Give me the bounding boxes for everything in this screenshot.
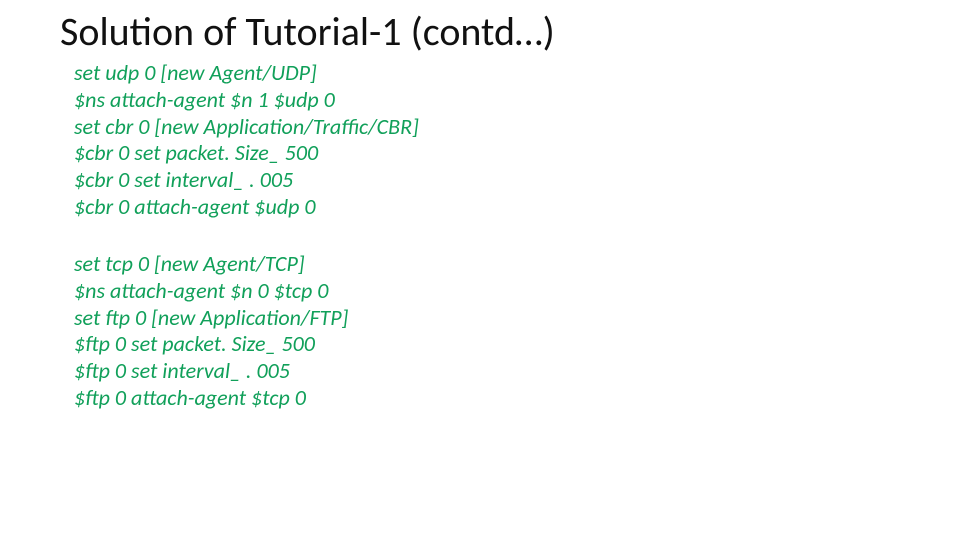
- code-line: $ns attach-agent $n 1 $udp 0: [74, 87, 900, 114]
- code-line: $ns attach-agent $n 0 $tcp 0: [74, 278, 900, 305]
- code-block-udp: set udp 0 [new Agent/UDP] $ns attach-age…: [74, 60, 900, 221]
- code-line: set ftp 0 [new Application/FTP]: [74, 305, 900, 332]
- code-line: $cbr 0 attach-agent $udp 0: [74, 194, 900, 221]
- code-line: set udp 0 [new Agent/UDP]: [74, 60, 900, 87]
- code-line: $ftp 0 set packet. Size_ 500: [74, 331, 900, 358]
- slide: Solution of Tutorial-1 (contd…) set udp …: [0, 0, 960, 540]
- code-block-tcp: set tcp 0 [new Agent/TCP] $ns attach-age…: [74, 251, 900, 412]
- code-line: $cbr 0 set interval_ . 005: [74, 167, 900, 194]
- code-line: set tcp 0 [new Agent/TCP]: [74, 251, 900, 278]
- code-line: set cbr 0 [new Application/Traffic/CBR]: [74, 114, 900, 141]
- code-line: $ftp 0 set interval_ . 005: [74, 358, 900, 385]
- code-line: $cbr 0 set packet. Size_ 500: [74, 140, 900, 167]
- code-line: $ftp 0 attach-agent $tcp 0: [74, 385, 900, 412]
- slide-title: Solution of Tutorial-1 (contd…): [60, 10, 900, 54]
